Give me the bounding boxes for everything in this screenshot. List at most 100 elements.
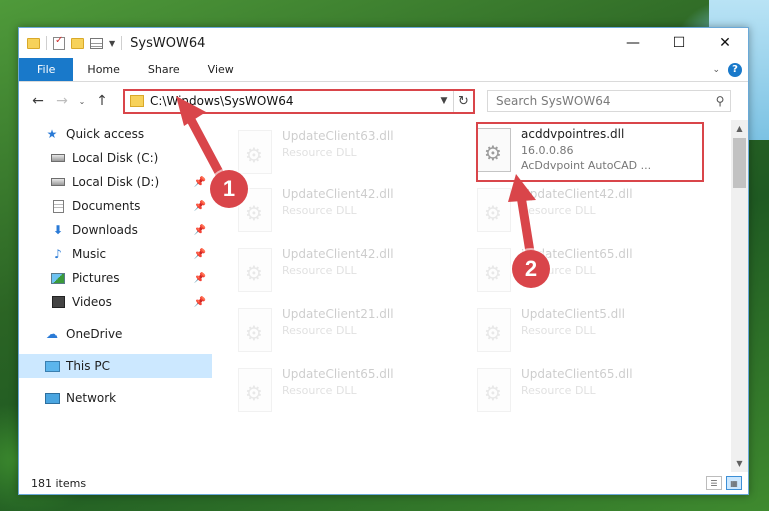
expand-ribbon-icon[interactable]: ⌄ (712, 65, 720, 75)
properties-check-icon[interactable] (53, 35, 65, 50)
file-item[interactable]: UpdateClient42.dll Resource DLL (238, 244, 458, 304)
pin-icon[interactable]: 📌 (194, 201, 206, 212)
tab-home[interactable]: Home (73, 58, 133, 81)
qat-dropdown-icon[interactable]: ▼ (109, 39, 115, 48)
annotation-badge-2: 2 (512, 250, 550, 288)
sidebar-item-label: This PC (66, 359, 110, 373)
file-name: UpdateClient42.dll (282, 247, 394, 261)
file-description: Resource DLL (282, 324, 357, 337)
file-highlight-box (476, 122, 704, 182)
pin-icon[interactable]: 📌 (194, 225, 206, 236)
dll-file-icon (238, 308, 272, 352)
new-folder-icon[interactable] (71, 37, 84, 49)
scrollbar-thumb[interactable] (733, 138, 746, 188)
file-description: Resource DLL (282, 384, 357, 397)
sidebar-item-label: Downloads (72, 223, 138, 237)
explorer-window: ▼ SysWOW64 — ☐ ✕ File Home Share View ⌄ … (18, 27, 749, 495)
file-description: Resource DLL (282, 204, 357, 217)
dll-file-icon (477, 188, 511, 232)
file-description: Resource DLL (521, 324, 596, 337)
sidebar-item-quick-access[interactable]: ★ Quick access (19, 122, 212, 146)
sidebar-item-this-pc[interactable]: This PC (19, 354, 212, 378)
navigation-pane: ★ Quick access Local Disk (C:) Local Dis… (19, 120, 212, 472)
file-item[interactable]: UpdateClient63.dll Resource DLL (238, 126, 458, 186)
file-item[interactable]: UpdateClient42.dll Resource DLL (477, 184, 697, 244)
network-icon (44, 392, 60, 404)
download-icon: ⬇ (52, 223, 64, 237)
navigation-bar: ← → ⌄ ↑ C:\Windows\SysWOW64 ▼ ↻ ⚲ (19, 82, 748, 120)
document-icon (52, 199, 64, 213)
tab-view[interactable]: View (194, 58, 248, 81)
recent-locations-button[interactable]: ⌄ (75, 90, 89, 112)
toolbar-separator (121, 36, 123, 50)
scroll-down-icon[interactable]: ▼ (731, 455, 748, 472)
address-bar[interactable]: C:\Windows\SysWOW64 ▼ ↻ (123, 88, 475, 114)
content-area: ★ Quick access Local Disk (C:) Local Dis… (19, 120, 748, 472)
music-icon: ♪ (54, 247, 62, 261)
folder-icon (130, 95, 144, 107)
disk-icon (51, 178, 65, 186)
scroll-up-icon[interactable]: ▲ (731, 120, 748, 137)
pin-icon[interactable]: 📌 (194, 249, 206, 260)
file-name: UpdateClient42.dll (282, 187, 394, 201)
dll-file-icon (238, 130, 272, 174)
ribbon-tabs: File Home Share View ⌄ ? (19, 58, 748, 82)
dll-file-icon (477, 368, 511, 412)
sidebar-item-local-disk-d[interactable]: Local Disk (D:) 📌 (19, 170, 212, 194)
sidebar-item-downloads[interactable]: ⬇ Downloads 📌 (19, 218, 212, 242)
sidebar-item-label: Documents (72, 199, 141, 213)
annotation-badge-1: 1 (210, 170, 248, 208)
dll-file-icon (238, 368, 272, 412)
search-box[interactable]: ⚲ (487, 90, 731, 112)
sidebar-item-label: Local Disk (C:) (72, 151, 159, 165)
sidebar-item-label: Quick access (66, 127, 145, 141)
sidebar-item-videos[interactable]: Videos 📌 (19, 290, 212, 314)
tiles-view-icon[interactable]: ▦ (726, 476, 742, 490)
file-item[interactable]: UpdateClient21.dll Resource DLL (238, 304, 458, 364)
help-icon[interactable]: ? (728, 62, 742, 77)
minimize-button[interactable]: — (610, 28, 656, 58)
refresh-button[interactable]: ↻ (453, 90, 473, 112)
file-description: Resource DLL (282, 264, 357, 277)
file-name: UpdateClient65.dll (521, 367, 633, 381)
pictures-icon (51, 272, 65, 284)
sidebar-item-pictures[interactable]: Pictures 📌 (19, 266, 212, 290)
vertical-scrollbar[interactable]: ▲ ▼ (731, 120, 748, 472)
pin-icon[interactable]: 📌 (194, 177, 206, 188)
up-button[interactable]: ↑ (91, 90, 113, 112)
sidebar-item-network[interactable]: Network (19, 386, 212, 410)
pin-icon[interactable]: 📌 (194, 273, 206, 284)
details-view-icon[interactable]: ☰ (706, 476, 722, 490)
tab-share[interactable]: Share (134, 58, 194, 81)
sidebar-item-label: Pictures (72, 271, 120, 285)
file-item[interactable]: UpdateClient65.dll Resource DLL (238, 364, 458, 424)
file-name: UpdateClient21.dll (282, 307, 394, 321)
sidebar-item-label: Videos (72, 295, 112, 309)
sidebar-item-onedrive[interactable]: ☁ OneDrive (19, 322, 212, 346)
disk-icon (51, 154, 65, 162)
sidebar-item-local-disk-c[interactable]: Local Disk (C:) (19, 146, 212, 170)
sidebar-item-documents[interactable]: Documents 📌 (19, 194, 212, 218)
status-bar: 181 items ☰ ▦ (19, 472, 748, 494)
file-item[interactable]: UpdateClient42.dll Resource DLL (238, 184, 458, 244)
forward-button[interactable]: → (51, 90, 73, 112)
address-dropdown-icon[interactable]: ▼ (435, 96, 453, 106)
search-input[interactable] (496, 94, 710, 108)
file-item[interactable]: UpdateClient5.dll Resource DLL (477, 304, 697, 364)
file-item[interactable]: UpdateClient65.dll Resource DLL (477, 364, 697, 424)
star-icon: ★ (46, 127, 58, 141)
file-name: UpdateClient65.dll (282, 367, 394, 381)
maximize-button[interactable]: ☐ (656, 28, 702, 58)
close-button[interactable]: ✕ (702, 28, 748, 58)
tab-file[interactable]: File (19, 58, 74, 81)
file-item[interactable]: UpdateClient65.dll Resource DLL (477, 244, 697, 304)
search-icon[interactable]: ⚲ (710, 94, 730, 108)
file-list: UpdateClient63.dll Resource DLL acddvpoi… (212, 120, 748, 472)
pin-icon[interactable]: 📌 (194, 297, 206, 308)
address-path[interactable]: C:\Windows\SysWOW64 (150, 94, 435, 108)
sidebar-item-music[interactable]: ♪ Music 📌 (19, 242, 212, 266)
back-button[interactable]: ← (27, 90, 49, 112)
folder-icon (27, 37, 40, 49)
window-controls: — ☐ ✕ (610, 28, 748, 58)
customize-icon[interactable] (90, 37, 103, 49)
